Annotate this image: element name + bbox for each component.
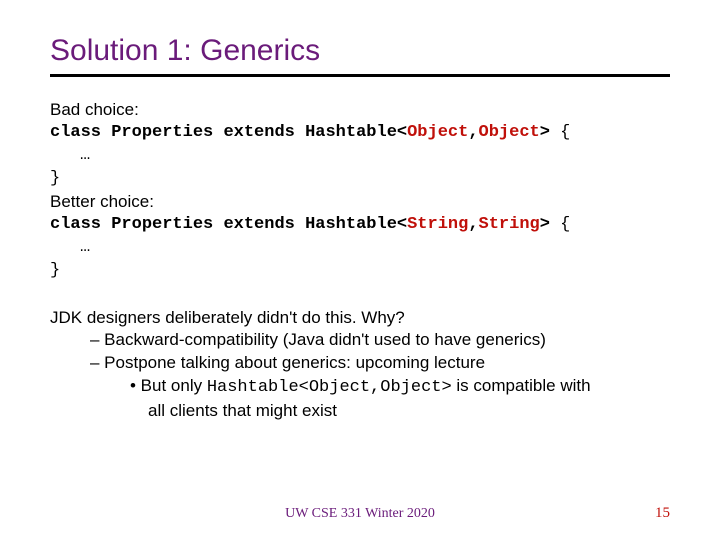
- angle-open-2: <: [397, 215, 407, 234]
- jdk-line: JDK designers deliberately didn't do thi…: [50, 307, 670, 330]
- type-string-2: String: [479, 215, 540, 234]
- bad-code-line: class Properties extends Hashtable<Objec…: [50, 122, 670, 145]
- kw-class-2: class: [50, 215, 101, 234]
- classname-properties-2: Properties: [111, 215, 213, 234]
- type-string-1: String: [407, 215, 468, 234]
- title-underline: [50, 74, 670, 77]
- bullet3-pre: • But only: [130, 376, 207, 395]
- angle-open: <: [397, 123, 407, 142]
- classname-hashtable: Hashtable: [305, 123, 397, 142]
- kw-class: class: [50, 123, 101, 142]
- comma: ,: [468, 123, 478, 142]
- code-ellipsis: …: [50, 145, 670, 168]
- slide-body: Bad choice: class Properties extends Has…: [50, 99, 670, 423]
- bad-choice-label: Bad choice:: [50, 99, 670, 122]
- bullet3-code: Hashtable<Object,Object>: [207, 378, 452, 397]
- bullet-but-only: • But only Hashtable<Object,Object> is c…: [50, 375, 670, 400]
- bullet-postpone: – Postpone talking about generics: upcom…: [50, 352, 670, 375]
- classname-hashtable-2: Hashtable: [305, 215, 397, 234]
- classname-properties: Properties: [111, 123, 213, 142]
- better-code-line: class Properties extends Hashtable<Strin…: [50, 214, 670, 237]
- brace-close-2: }: [50, 260, 670, 283]
- code-ellipsis-2: …: [50, 237, 670, 260]
- angle-close: >: [540, 123, 550, 142]
- bullet3-post: is compatible with: [452, 376, 591, 395]
- kw-extends-2: extends: [223, 215, 294, 234]
- footer-text: UW CSE 331 Winter 2020: [0, 506, 720, 522]
- kw-extends: extends: [223, 123, 294, 142]
- bullet-but-only-cont: all clients that might exist: [50, 400, 670, 423]
- type-object-2: Object: [479, 123, 540, 142]
- page-number: 15: [655, 505, 670, 522]
- type-object-1: Object: [407, 123, 468, 142]
- brace-open-2: {: [550, 215, 570, 234]
- brace-open: {: [550, 123, 570, 142]
- brace-close: }: [50, 168, 670, 191]
- bullet-backward-compat: – Backward-compatibility (Java didn't us…: [50, 329, 670, 352]
- angle-close-2: >: [540, 215, 550, 234]
- slide-title: Solution 1: Generics: [50, 34, 670, 68]
- comma-2: ,: [468, 215, 478, 234]
- better-choice-label: Better choice:: [50, 191, 670, 214]
